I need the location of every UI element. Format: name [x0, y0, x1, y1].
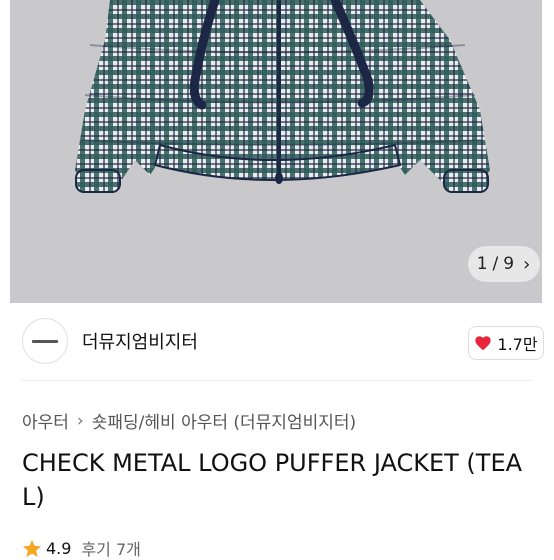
rating-row[interactable]: 4.9 후기 7개: [22, 536, 141, 560]
divider: [22, 380, 532, 381]
like-count: 1.7만: [497, 335, 538, 354]
chevron-right-icon: ›: [76, 410, 84, 431]
breadcrumb: 아우터 › 숏패딩/헤비 아우터 (더뮤지엄비지터): [22, 408, 356, 434]
review-count[interactable]: 후기 7개: [81, 536, 140, 560]
rating-score: 4.9: [46, 538, 72, 558]
product-title: CHECK METAL LOGO PUFFER JACKET (TEAL): [22, 449, 523, 511]
product-image-gallery[interactable]: 1 / 9 ›: [10, 0, 542, 303]
counter-separator: /: [492, 254, 500, 274]
brand-row[interactable]: 더뮤지엄비지터 1.7만: [22, 318, 544, 368]
breadcrumb-category[interactable]: 아우터: [22, 408, 69, 433]
like-button[interactable]: 1.7만: [468, 326, 544, 360]
counter-total: 9: [503, 254, 516, 274]
brand-logo[interactable]: [22, 318, 68, 364]
product-image: [75, 0, 490, 193]
brand-name[interactable]: 더뮤지엄비지터: [82, 328, 198, 354]
chevron-right-icon[interactable]: ›: [523, 254, 531, 275]
image-counter[interactable]: 1 / 9 ›: [468, 246, 540, 282]
counter-current: 1: [476, 254, 489, 274]
heart-icon: [475, 336, 492, 351]
breadcrumb-subcategory[interactable]: 숏패딩/헤비 아우터 (더뮤지엄비지터): [92, 408, 356, 433]
star-icon: [22, 539, 42, 557]
